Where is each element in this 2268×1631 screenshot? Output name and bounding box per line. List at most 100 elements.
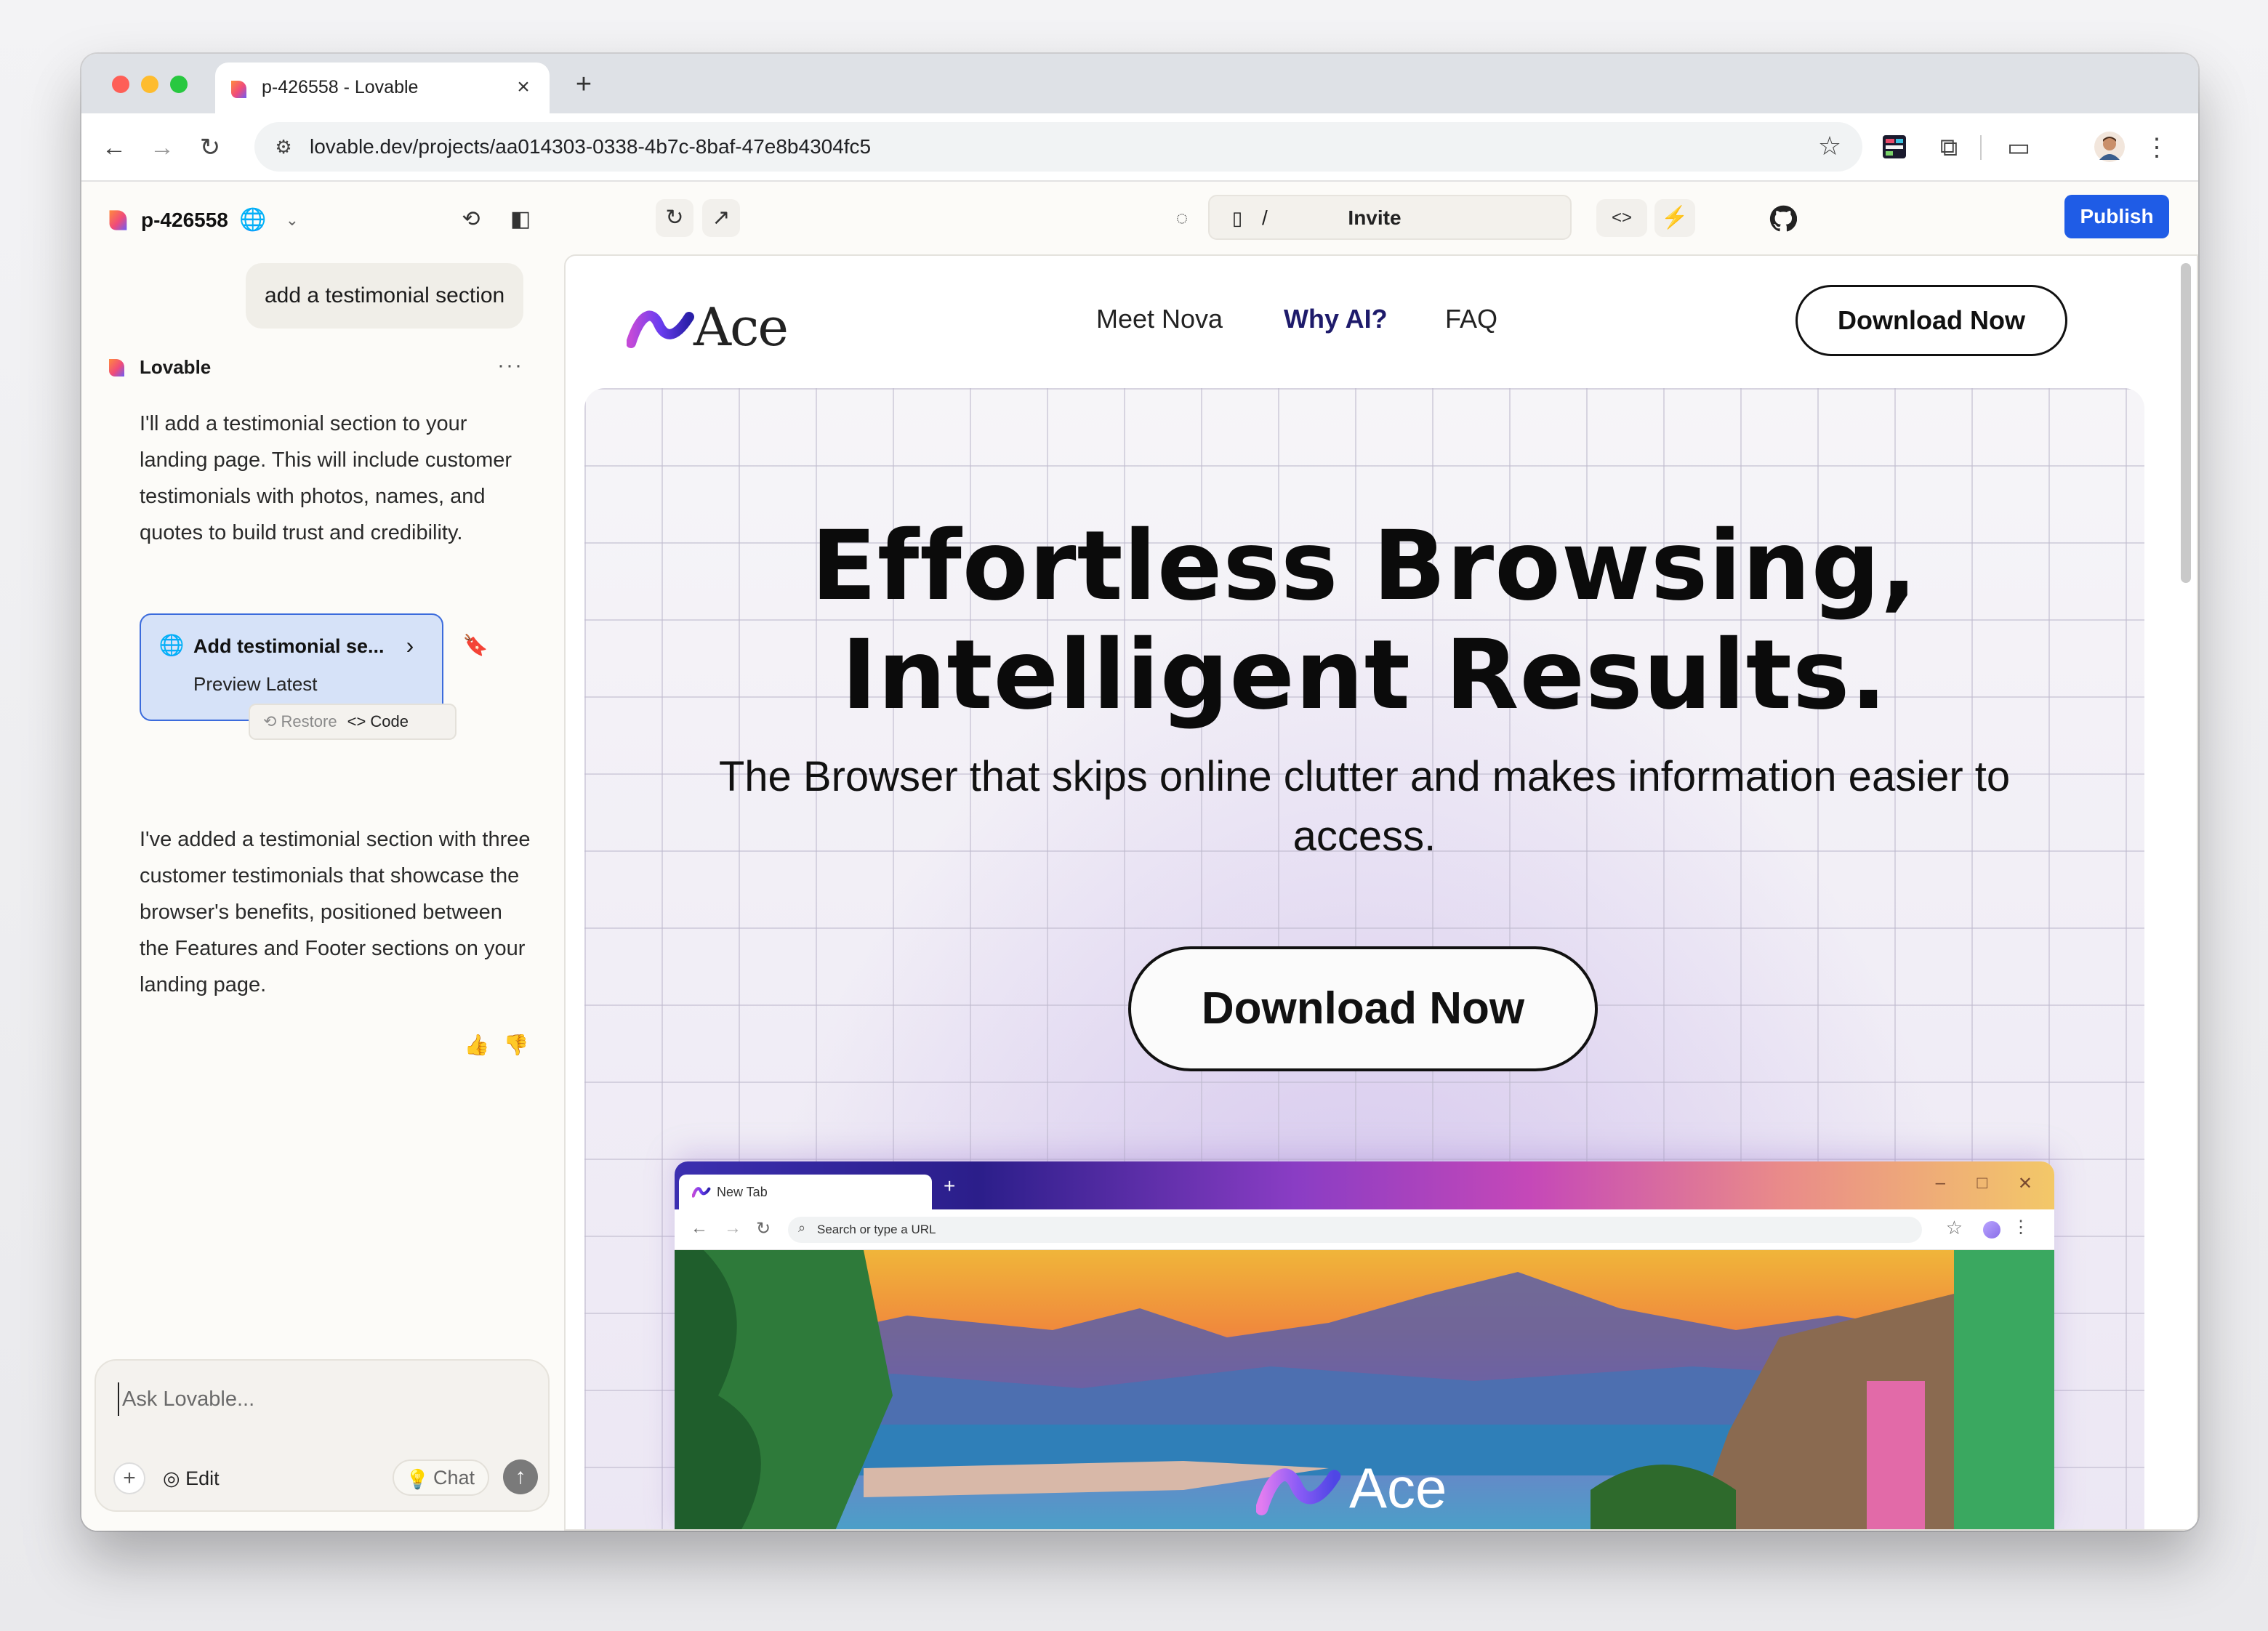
chat-panel: p-426558 🌐 ⌄ ⟲ ◧ add a testimonial secti… xyxy=(81,182,564,1531)
hero-headline-line-2: Intelligent Results. xyxy=(841,619,1888,731)
chat-input[interactable] xyxy=(118,1382,525,1416)
extensions-puzzle-icon[interactable]: ⧉ xyxy=(1931,129,1967,166)
version-actions: ⟲ Restore <> Code xyxy=(249,704,457,740)
back-button[interactable]: ← xyxy=(96,129,132,166)
browser-tab[interactable]: p-426558 - Lovable × xyxy=(215,63,550,113)
mockup-ace-logo-icon xyxy=(1256,1468,1341,1515)
message-more-button[interactable]: ··· xyxy=(497,353,523,378)
mockup-back-icon: ← xyxy=(691,1218,708,1238)
thumbs-down-icon[interactable]: 👎 xyxy=(502,1031,531,1060)
invite-button[interactable]: Invite xyxy=(1329,196,1420,240)
route-path: / xyxy=(1262,206,1268,229)
zoom-window-button[interactable] xyxy=(170,76,188,93)
browser-toolbar: ← → ↻ ⚙ lovable.dev/projects/aa014303-03… xyxy=(81,113,2198,182)
preview-frame: Ace Meet Nova Why AI? FAQ Download Now E… xyxy=(564,254,2198,1531)
browser-mockup-image: New Tab + – □ ✕ ← → ↻ ⌕ Search or type a xyxy=(675,1161,2054,1529)
open-external-icon[interactable]: ↗ xyxy=(702,199,740,237)
browser-menu-icon[interactable]: ⋮ xyxy=(2139,129,2175,166)
mockup-new-tab-icon: + xyxy=(944,1175,956,1197)
globe-icon: 🌐 xyxy=(158,634,185,656)
url-text: lovable.dev/projects/aa014303-0338-4b7c-… xyxy=(310,135,872,158)
hero-subheadline: The Browser that skips online clutter an… xyxy=(718,753,2011,860)
attach-button[interactable]: + xyxy=(113,1462,145,1494)
user-message: add a testimonial section xyxy=(246,263,524,329)
tab-strip: p-426558 - Lovable × + xyxy=(81,54,2198,113)
activity-icon[interactable]: ◌ xyxy=(1167,204,1197,233)
restore-label: Restore xyxy=(281,712,337,730)
mockup-landscape-image: Ace xyxy=(675,1250,2054,1529)
minimize-window-button[interactable] xyxy=(141,76,158,93)
close-window-button[interactable] xyxy=(112,76,129,93)
chat-mode-label: Chat xyxy=(433,1467,475,1489)
mockup-star-icon: ☆ xyxy=(1945,1217,1963,1239)
site-settings-icon[interactable]: ⚙ xyxy=(270,134,297,160)
lovable-app: p-426558 🌐 ⌄ ⟲ ◧ add a testimonial secti… xyxy=(81,182,2198,1531)
tab-search-icon[interactable]: ▭ xyxy=(2000,129,2037,166)
mockup-ace-logo: Ace xyxy=(1256,1451,1474,1523)
edit-label: Edit xyxy=(185,1467,220,1489)
nav-download-button[interactable]: Download Now xyxy=(1796,285,2067,356)
site-logo-text: Ace xyxy=(693,297,789,358)
mockup-maximize-icon: □ xyxy=(1977,1173,1988,1193)
ace-favicon-icon xyxy=(692,1187,711,1198)
profile-avatar[interactable] xyxy=(2094,131,2126,163)
thumbs-up-icon[interactable]: 👍 xyxy=(462,1031,491,1060)
new-tab-button[interactable]: + xyxy=(567,68,600,102)
assistant-name: Lovable xyxy=(140,356,212,378)
history-icon[interactable]: ⟲ xyxy=(457,205,486,234)
hero-section: Effortless Browsing, Intelligent Results… xyxy=(584,388,2144,1529)
lovable-avatar-icon xyxy=(109,358,124,376)
code-button[interactable]: <> Code xyxy=(347,712,409,731)
site-navbar: Ace Meet Nova Why AI? FAQ Download Now xyxy=(566,256,2197,387)
tab-close-button[interactable]: × xyxy=(509,73,538,102)
nav-link-meet-nova[interactable]: Meet Nova xyxy=(1096,304,1223,334)
globe-icon[interactable]: 🌐 xyxy=(238,206,268,235)
send-button[interactable]: ↑ xyxy=(503,1459,538,1494)
device-icon[interactable]: ▯ xyxy=(1223,204,1252,233)
project-header: p-426558 🌐 ⌄ xyxy=(106,202,307,238)
mockup-reload-icon: ↻ xyxy=(756,1219,771,1239)
hero-download-button[interactable]: Download Now xyxy=(1128,946,1598,1071)
mockup-toolbar: ← → ↻ ⌕ Search or type a URL ☆ ⋮ xyxy=(675,1209,2054,1250)
mockup-profile-icon xyxy=(1983,1221,2000,1239)
site-logo[interactable]: Ace xyxy=(627,295,845,358)
version-title: Add testimonial se... xyxy=(193,635,385,657)
nav-link-why-ai[interactable]: Why AI? xyxy=(1284,304,1388,334)
mockup-omnibox-text: Search or type a URL xyxy=(817,1223,936,1236)
assistant-header: Lovable xyxy=(106,356,211,379)
mockup-menu-icon: ⋮ xyxy=(2012,1217,2030,1237)
supabase-icon[interactable]: ⚡ xyxy=(1654,199,1695,237)
nav-link-faq[interactable]: FAQ xyxy=(1445,304,1497,334)
lovable-logo-icon xyxy=(109,210,127,230)
edit-button[interactable]: ◎ Edit xyxy=(163,1464,220,1493)
restore-button[interactable]: ⟲ Restore xyxy=(263,712,337,731)
version-subtitle: Preview Latest xyxy=(193,673,318,695)
code-view-toggle[interactable]: <> xyxy=(1596,199,1647,237)
ace-logo-icon xyxy=(627,310,694,348)
sidebar-toggle-icon[interactable]: ◧ xyxy=(506,205,535,234)
mockup-omnibox: ⌕ Search or type a URL xyxy=(788,1217,1922,1243)
browser-window: p-426558 - Lovable × + ← → ↻ ⚙ lovable.d… xyxy=(81,54,2198,1531)
hero-headline-line-1: Effortless Browsing, xyxy=(811,510,1918,622)
publish-button[interactable]: Publish xyxy=(2064,195,2169,238)
tab-title: p-426558 - Lovable xyxy=(262,77,419,97)
mockup-tab-title: New Tab xyxy=(717,1185,768,1199)
github-icon[interactable] xyxy=(1769,205,1797,233)
forward-button[interactable]: → xyxy=(144,129,180,166)
address-bar[interactable]: ⚙ lovable.dev/projects/aa014303-0338-4b7… xyxy=(254,122,1862,172)
bookmark-icon[interactable]: 🔖 xyxy=(461,631,490,660)
chevron-down-icon[interactable]: ⌄ xyxy=(278,206,307,235)
bookmark-star-icon[interactable]: ☆ xyxy=(1813,129,1846,163)
toolbar-divider xyxy=(1980,135,1982,160)
extension-icon[interactable] xyxy=(1880,132,1909,161)
chat-composer: + ◎ Edit 💡Chat ↑ xyxy=(94,1359,550,1512)
code-label: Code xyxy=(370,712,409,730)
refresh-preview-icon[interactable]: ↻ xyxy=(656,199,693,237)
chevron-right-icon[interactable]: › xyxy=(395,631,425,660)
chat-mode-button[interactable]: 💡 Chat xyxy=(393,1459,490,1496)
mockup-tab-strip: New Tab + – □ ✕ xyxy=(675,1161,2054,1209)
lightbulb-icon: 💡 xyxy=(406,1468,430,1490)
hero-headline: Effortless Browsing, Intelligent Results… xyxy=(584,512,2144,730)
reload-button[interactable]: ↻ xyxy=(192,129,228,166)
project-name[interactable]: p-426558 xyxy=(141,209,228,232)
